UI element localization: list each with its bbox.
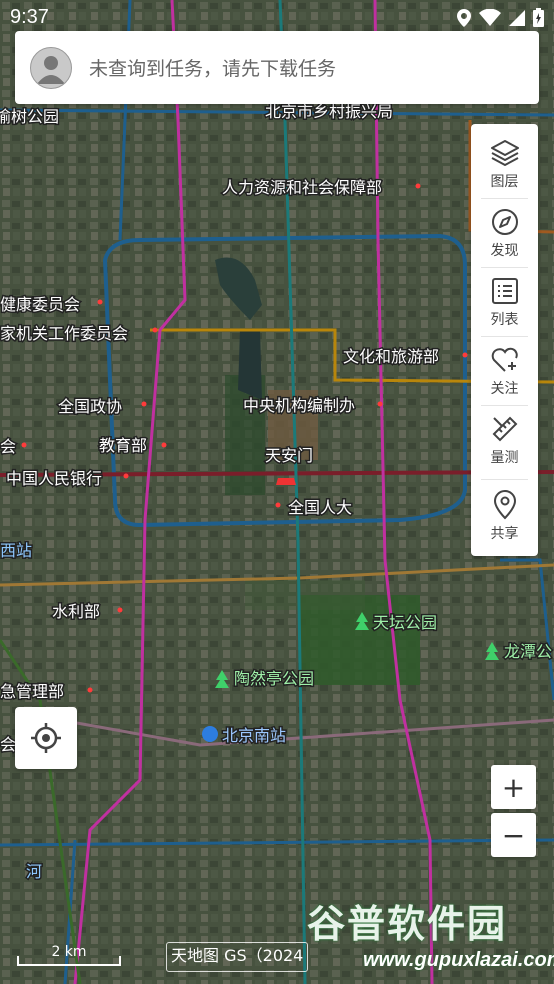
map-label: 北京市乡村振兴局 xyxy=(265,102,393,121)
map-toolbar: 图层 发现 列表 关注 量测 共享 xyxy=(471,124,538,556)
map-label: 西站 xyxy=(0,541,32,560)
user-icon xyxy=(37,55,65,84)
avatar[interactable] xyxy=(30,46,72,89)
discover-button[interactable]: 发现 xyxy=(471,199,538,267)
map-label: 河 xyxy=(26,862,42,881)
watermark-url: www.gupuxlazai.com xyxy=(363,949,554,971)
map-label: 急管理部 xyxy=(0,682,64,701)
railway-station-icon xyxy=(202,726,218,742)
map-label: 健康委员会 xyxy=(0,295,80,314)
list-icon xyxy=(491,277,518,304)
follow-button[interactable]: 关注 xyxy=(471,337,538,405)
map-label: 教育部 xyxy=(99,436,147,455)
ruler-pencil-icon xyxy=(492,416,517,441)
status-time: 9:37 xyxy=(10,6,49,28)
measure-label: 量测 xyxy=(490,449,519,466)
map-label: 会 xyxy=(0,735,16,754)
crosshair-icon xyxy=(31,723,61,753)
map-label: 天坛公园 xyxy=(373,613,437,632)
wifi-icon xyxy=(479,9,501,26)
heart-plus-icon xyxy=(491,347,518,372)
measure-button[interactable]: 量测 xyxy=(471,406,538,474)
zoom-in-button[interactable]: + xyxy=(491,765,536,809)
map-label: 北京南站 xyxy=(222,726,286,745)
status-bar: 9:37 xyxy=(0,0,554,34)
map-label: 水利部 xyxy=(52,602,100,621)
location-pin-icon xyxy=(493,489,516,519)
map-attribution: 天地图 GS（2024 xyxy=(166,942,308,972)
battery-charging-icon xyxy=(533,8,544,27)
map-label: 龙潭公 xyxy=(504,642,552,661)
map-label: 天安门 xyxy=(265,446,313,465)
map-label: 中国人民银行 xyxy=(6,469,102,488)
watermark: 谷普软件园 www.gupuxlazai.com xyxy=(305,893,554,984)
task-search-bar[interactable]: 未查询到任务，请先下载任务 xyxy=(15,31,539,104)
follow-label: 关注 xyxy=(490,380,519,397)
map-label: 家机关工作委员会 xyxy=(0,324,128,343)
map-label: 会 xyxy=(0,437,16,456)
layers-button[interactable]: 图层 xyxy=(471,130,538,198)
map-label: 全国政协 xyxy=(58,397,122,416)
map-label: 文化和旅游部 xyxy=(343,347,439,366)
map-label: 全国人大 xyxy=(288,498,352,517)
tiananmen-marker xyxy=(276,478,296,485)
list-button[interactable]: 列表 xyxy=(471,268,538,336)
zoom-out-button[interactable]: − xyxy=(491,813,536,857)
map-label: 人力资源和社会保障部 xyxy=(222,178,382,197)
scale-bar: 2 km xyxy=(17,942,121,966)
share-button[interactable]: 共享 xyxy=(471,482,538,550)
map-label: 榆树公园 xyxy=(0,107,59,126)
signal-icon xyxy=(509,9,525,26)
map-label: 陶然亭公园 xyxy=(234,669,314,688)
layers-label: 图层 xyxy=(490,173,519,190)
location-icon xyxy=(457,8,471,27)
locate-button[interactable] xyxy=(15,707,77,769)
watermark-name: 谷普软件园 xyxy=(307,902,508,946)
layers-icon xyxy=(490,139,519,166)
list-label: 列表 xyxy=(490,311,519,328)
share-label: 共享 xyxy=(490,525,519,542)
map-label: 中央机构编制办 xyxy=(243,396,355,415)
discover-label: 发现 xyxy=(490,242,519,259)
lake xyxy=(238,330,262,400)
task-status-text: 未查询到任务，请先下载任务 xyxy=(89,58,337,80)
compass-icon xyxy=(491,208,518,235)
